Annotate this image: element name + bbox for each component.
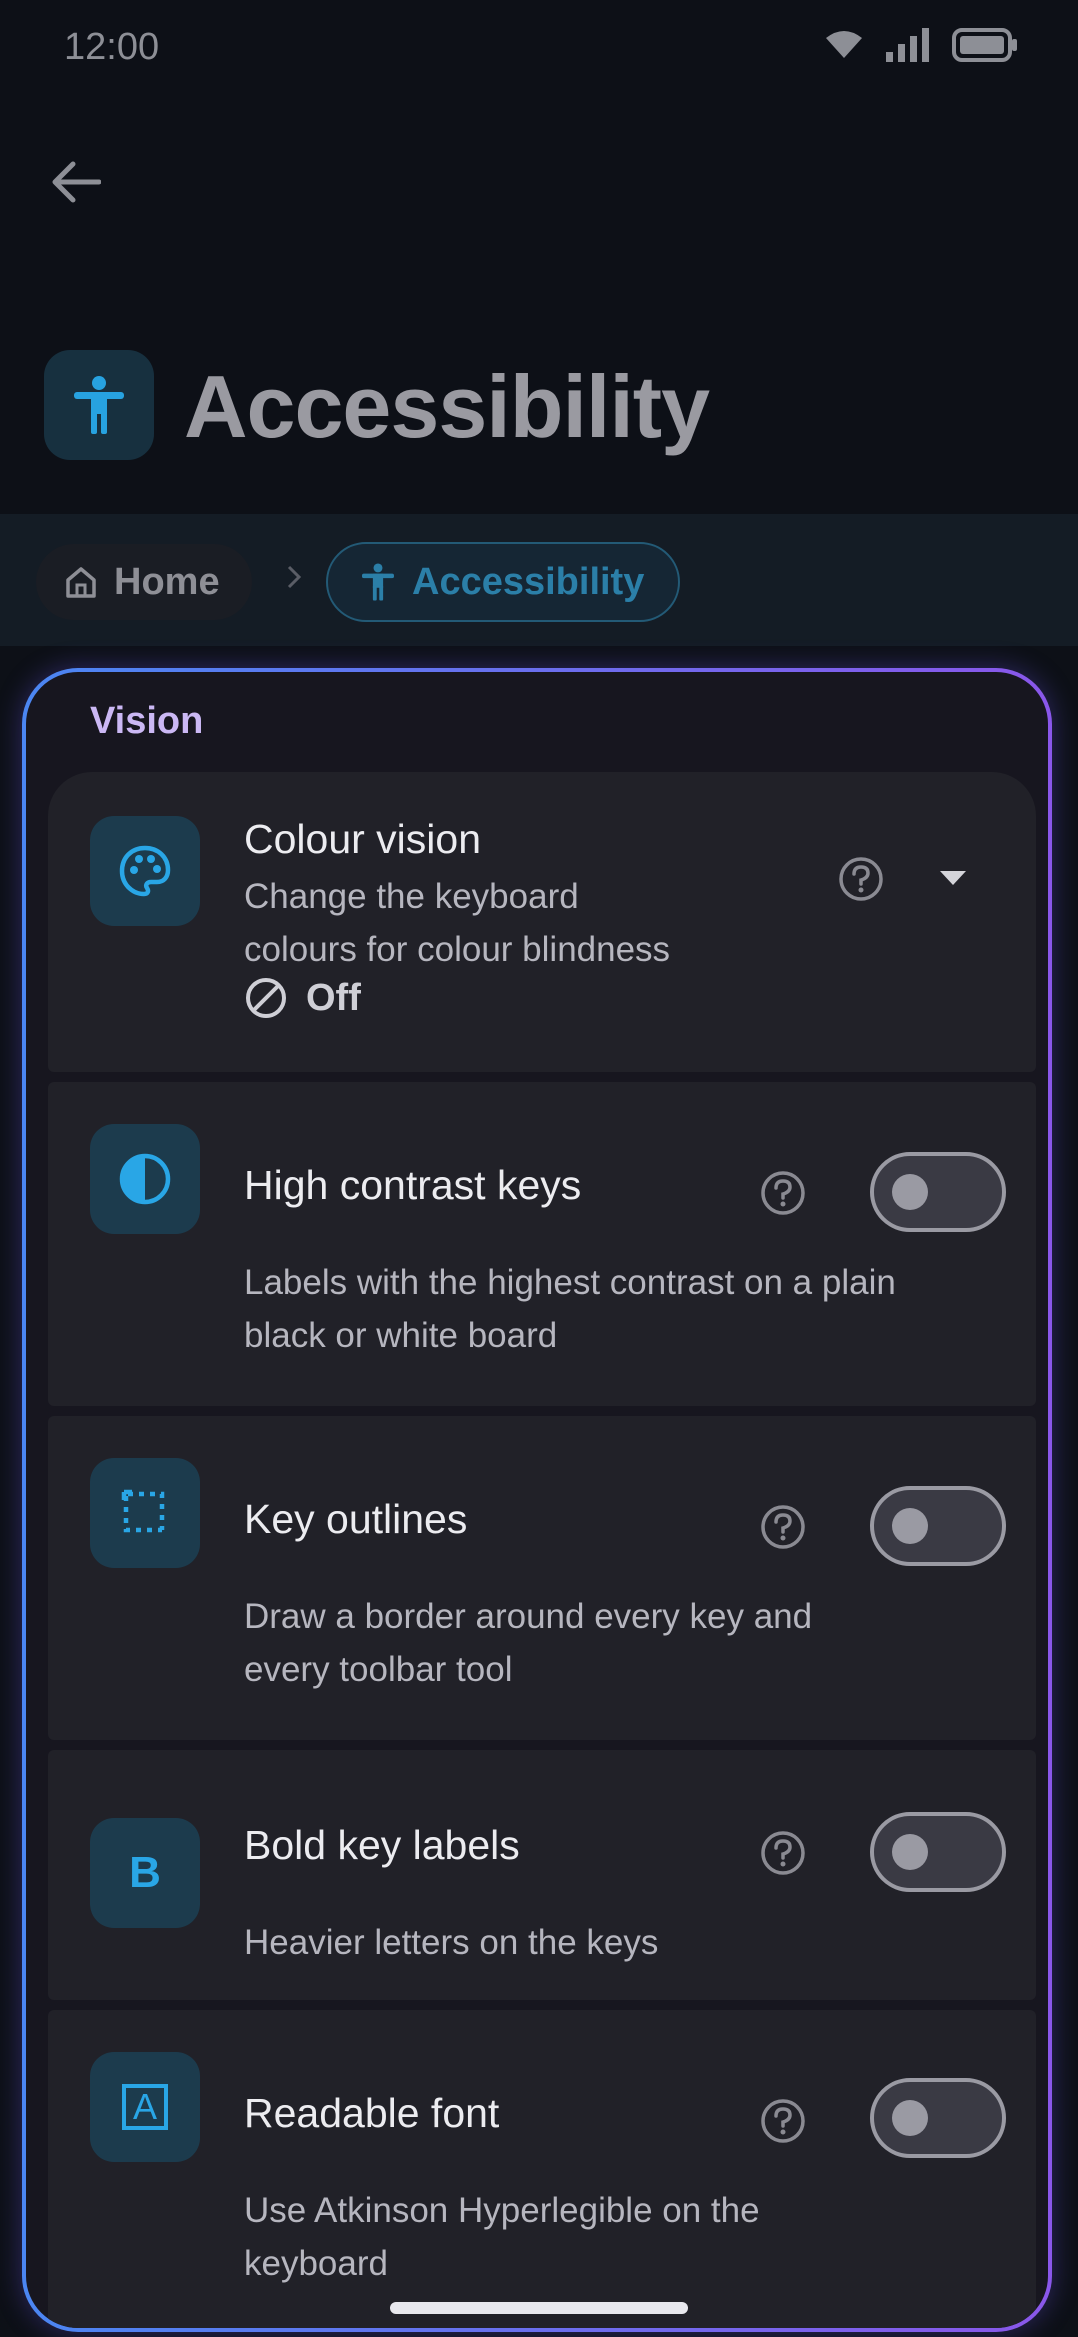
high-contrast-toggle[interactable] <box>870 1152 1006 1232</box>
toggle-knob <box>892 1508 928 1544</box>
status-value: Off <box>306 976 361 1019</box>
setting-colour-vision[interactable]: Colour vision Change the keyboard colour… <box>48 772 1036 1072</box>
description-line: black or white board <box>244 1316 558 1355</box>
description-line: Heavier letters on the keys <box>244 1923 659 1962</box>
readable-font-toggle[interactable] <box>870 2078 1006 2158</box>
setting-title: Key outlines <box>244 1496 468 1542</box>
accessibility-header-icon <box>44 350 154 460</box>
signal-icon <box>886 28 929 62</box>
breadcrumb-home[interactable]: Home <box>36 544 252 620</box>
help-icon[interactable] <box>760 1830 806 1876</box>
section-title: Vision <box>90 700 204 742</box>
setting-description: Heavier letters on the keys <box>244 1916 658 1969</box>
description-line: colours for colour blindness <box>244 930 671 969</box>
setting-title: Bold key labels <box>244 1822 520 1868</box>
description-line: every toolbar tool <box>244 1650 513 1689</box>
back-button[interactable] <box>44 150 108 214</box>
colour-vision-status: Off <box>244 976 361 1020</box>
setting-description: Change the keyboard colours for colour b… <box>244 870 670 976</box>
setting-readable-font[interactable]: A Readable font Use Atkinson Hyperlegibl… <box>48 2010 1036 2328</box>
help-icon[interactable] <box>838 856 884 902</box>
setting-high-contrast-keys[interactable]: High contrast keys Labels with the highe… <box>48 1082 1036 1406</box>
description-line: Labels with the highest contrast on a pl… <box>244 1263 896 1302</box>
description-line: Change the keyboard <box>244 877 579 916</box>
status-time: 12:00 <box>64 26 160 68</box>
readable-font-letter: A <box>132 2086 157 2127</box>
key-outline-icon <box>121 1489 165 1533</box>
help-icon[interactable] <box>760 2098 806 2144</box>
accessibility-icon <box>74 376 124 434</box>
toggle-knob <box>892 1174 928 1210</box>
readable-font-icon: A <box>122 2084 168 2130</box>
wifi-icon <box>826 31 862 58</box>
setting-description: Labels with the highest contrast on a pl… <box>244 1256 896 1362</box>
palette-icon-tile <box>90 816 200 926</box>
readable-font-icon-tile: A <box>90 2052 200 2162</box>
setting-bold-key-labels[interactable]: B Bold key labels Heavier letters on the… <box>48 1750 1036 2000</box>
key-outlines-toggle[interactable] <box>870 1486 1006 1566</box>
setting-title: Readable font <box>244 2090 500 2136</box>
bold-key-labels-toggle[interactable] <box>870 1812 1006 1892</box>
setting-key-outlines[interactable]: Key outlines Draw a border around every … <box>48 1416 1036 1740</box>
palette-icon <box>119 845 171 897</box>
description-line: keyboard <box>244 2244 388 2283</box>
setting-title: High contrast keys <box>244 1162 582 1208</box>
battery-icon <box>952 28 1017 62</box>
page-title: Accessibility <box>184 357 710 456</box>
contrast-icon-tile <box>90 1124 200 1234</box>
chevron-right-icon <box>287 565 302 589</box>
status-bar: 12:00 <box>0 0 1078 100</box>
help-icon[interactable] <box>760 1170 806 1216</box>
help-icon[interactable] <box>760 1504 806 1550</box>
setting-description: Draw a border around every key and every… <box>244 1590 812 1696</box>
home-indicator[interactable] <box>390 2302 688 2314</box>
vision-section: Vision Colour vision Change the keyboard… <box>22 668 1052 2332</box>
bold-icon-tile: B <box>90 1818 200 1928</box>
breadcrumb-current[interactable]: Accessibility <box>326 542 681 622</box>
status-icons <box>824 28 1018 62</box>
setting-description: Use Atkinson Hyperlegible on the keyboar… <box>244 2184 760 2290</box>
contrast-icon <box>119 1153 171 1205</box>
bold-icon: B <box>129 1848 161 1897</box>
setting-title: Colour vision <box>244 816 481 862</box>
dropdown-arrow-icon[interactable] <box>938 868 968 888</box>
toggle-knob <box>892 1834 928 1870</box>
description-line: Draw a border around every key and <box>244 1597 813 1636</box>
toggle-knob <box>892 2100 928 2136</box>
block-icon <box>246 978 286 1018</box>
key-outline-icon-tile <box>90 1458 200 1568</box>
breadcrumb: Home Accessibility <box>0 514 1078 646</box>
description-line: Use Atkinson Hyperlegible on the <box>244 2191 760 2230</box>
home-icon <box>66 567 96 598</box>
arrow-back-icon <box>52 161 101 203</box>
breadcrumb-current-label: Accessibility <box>412 560 645 603</box>
breadcrumb-home-label: Home <box>114 560 220 603</box>
accessibility-icon <box>362 563 394 601</box>
